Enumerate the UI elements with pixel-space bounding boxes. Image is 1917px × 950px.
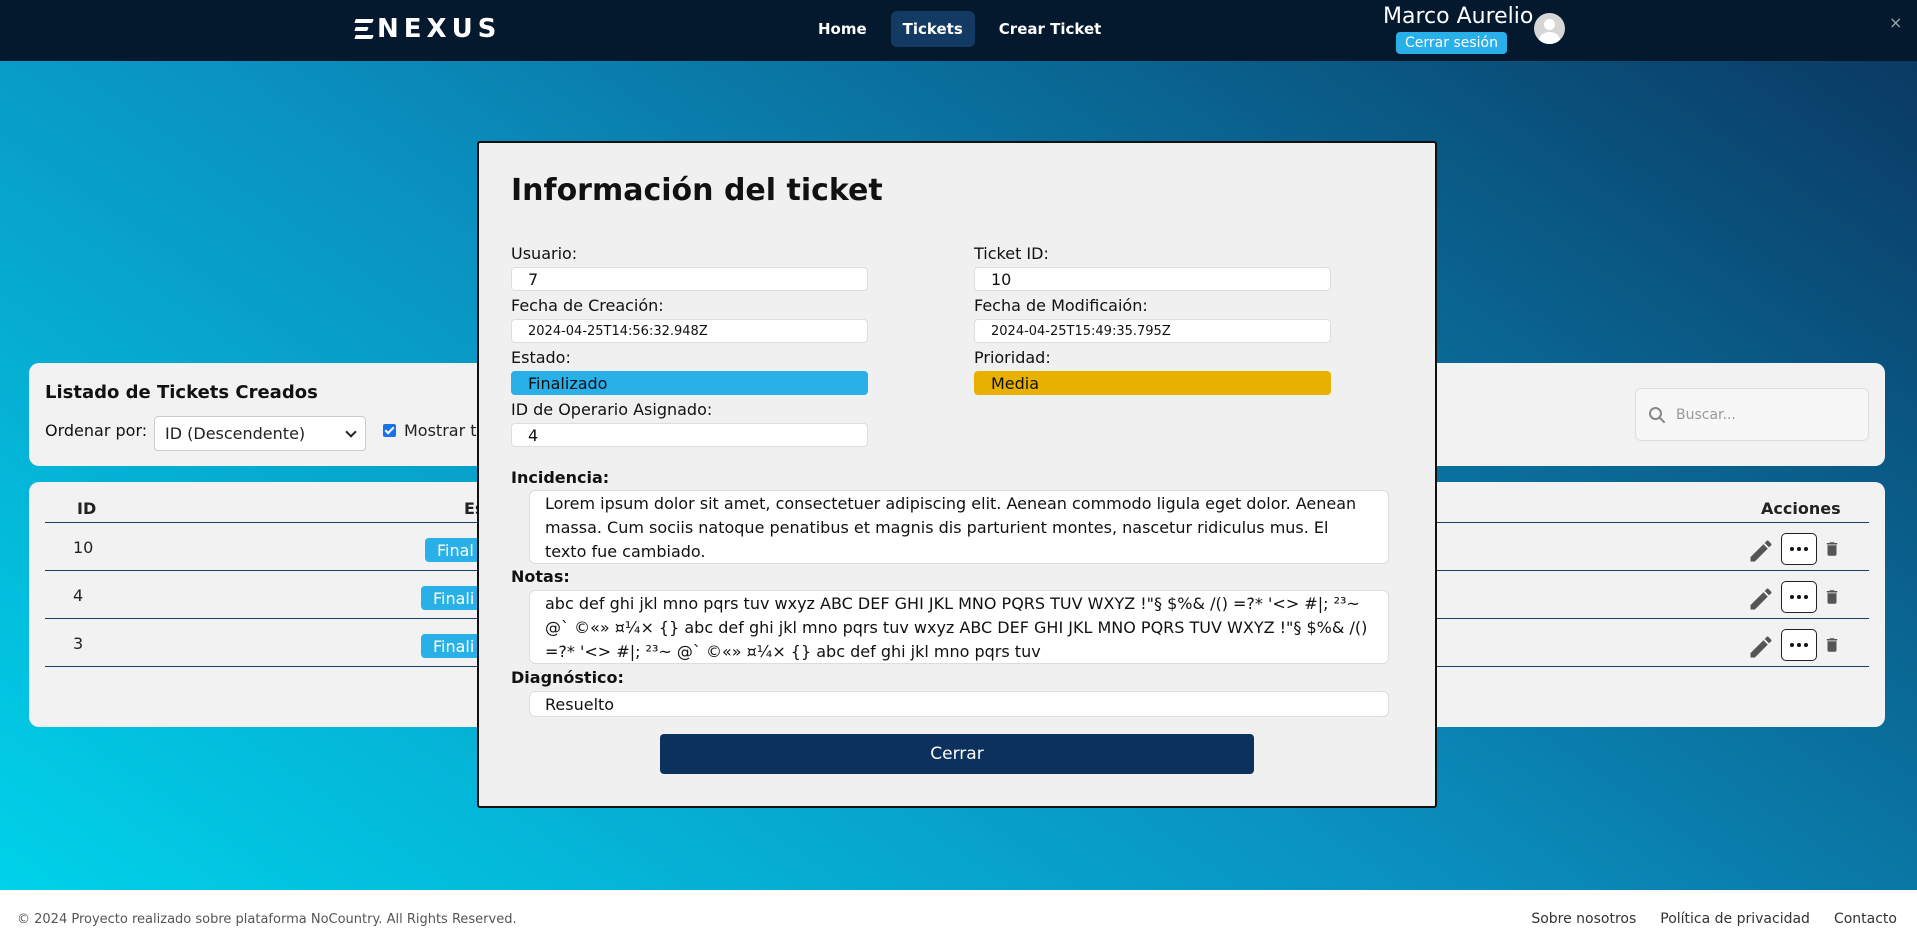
search-icon [1649, 406, 1665, 423]
ticket-id-label: Ticket ID: [974, 244, 1049, 263]
edit-icon[interactable] [1747, 537, 1775, 565]
user-name: Marco Aurelio [1383, 4, 1534, 29]
copyright: © 2024 Proyecto realizado sobre platafor… [17, 912, 517, 927]
fecha-modificacion-field: 2024-04-25T15:49:35.795Z [974, 319, 1331, 343]
order-label: Ordenar por: [45, 421, 148, 440]
logo-text: NEXUS [377, 14, 502, 44]
avatar-head-icon [1544, 19, 1555, 30]
estado-label: Estado: [511, 348, 571, 367]
column-header-acciones: Acciones [1761, 499, 1841, 518]
table-row-id: 3 [73, 634, 84, 653]
operario-label: ID de Operario Asignado: [511, 400, 713, 419]
fecha-modificacion-label: Fecha de Modificaión: [974, 296, 1148, 315]
close-modal-button[interactable]: Cerrar [660, 734, 1254, 774]
footer-link-contacto[interactable]: Contacto [1834, 911, 1897, 927]
main-nav: Home Tickets Crear Ticket [806, 11, 1113, 47]
trash-icon[interactable] [1823, 586, 1841, 608]
ticket-id-field: 10 [974, 267, 1331, 291]
ticket-info-modal: Información del ticket Usuario: 7 Ticket… [477, 141, 1437, 808]
diagnostico-label: Diagnóstico: [511, 668, 624, 687]
nav-crear-ticket[interactable]: Crear Ticket [987, 11, 1114, 47]
search-placeholder: Buscar... [1676, 406, 1736, 423]
list-title: Listado de Tickets Creados [45, 382, 318, 403]
more-options-button[interactable] [1781, 629, 1817, 661]
footer-link-sobre-nosotros[interactable]: Sobre nosotros [1531, 911, 1636, 927]
trash-icon[interactable] [1823, 634, 1841, 656]
logo-mark-icon [354, 18, 374, 40]
more-options-button[interactable] [1781, 533, 1817, 565]
prioridad-label: Prioridad: [974, 348, 1051, 367]
table-row-id: 4 [73, 586, 84, 605]
column-header-id: ID [77, 499, 97, 518]
notas-label: Notas: [511, 567, 570, 586]
order-select-value: ID (Descendente) [165, 424, 306, 443]
show-all-toggle[interactable]: Mostrar to [383, 421, 486, 440]
operario-field: 4 [511, 423, 868, 447]
incidencia-label: Incidencia: [511, 468, 610, 487]
edit-icon[interactable] [1747, 633, 1775, 661]
nav-tickets[interactable]: Tickets [890, 11, 975, 47]
order-select[interactable]: ID (Descendente) [154, 416, 366, 451]
footer: © 2024 Proyecto realizado sobre platafor… [0, 890, 1917, 950]
more-options-button[interactable] [1781, 581, 1817, 613]
incidencia-field: Lorem ipsum dolor sit amet, consectetuer… [529, 490, 1389, 564]
nexus-logo[interactable]: NEXUS [354, 12, 502, 46]
diagnostico-field: Resuelto [529, 691, 1389, 717]
avatar[interactable] [1534, 13, 1565, 44]
trash-icon[interactable] [1823, 538, 1841, 560]
usuario-label: Usuario: [511, 244, 578, 263]
top-navbar: NEXUS Home Tickets Crear Ticket Marco Au… [0, 0, 1917, 61]
table-row-id: 10 [73, 538, 94, 557]
modal-title: Información del ticket [511, 173, 883, 208]
show-all-label: Mostrar to [404, 421, 487, 440]
usuario-field: 7 [511, 267, 868, 291]
edit-icon[interactable] [1747, 585, 1775, 613]
prioridad-field: Media [974, 371, 1331, 395]
search-input[interactable]: Buscar... [1635, 388, 1869, 441]
close-icon[interactable]: × [1889, 13, 1902, 32]
show-all-checkbox[interactable] [383, 424, 396, 437]
nav-home[interactable]: Home [806, 11, 879, 47]
footer-links: Sobre nosotros Política de privacidad Co… [1531, 911, 1897, 927]
chevron-down-icon [345, 425, 357, 438]
fecha-creacion-label: Fecha de Creación: [511, 296, 664, 315]
estado-field: Finalizado [511, 371, 868, 395]
notas-field: abc def ghi jkl mno pqrs tuv wxyz ABC DE… [529, 590, 1389, 664]
avatar-body-icon [1539, 32, 1560, 44]
footer-link-privacidad[interactable]: Política de privacidad [1660, 911, 1810, 927]
logout-button[interactable]: Cerrar sesión [1396, 32, 1507, 54]
fecha-creacion-field: 2024-04-25T14:56:32.948Z [511, 319, 868, 343]
